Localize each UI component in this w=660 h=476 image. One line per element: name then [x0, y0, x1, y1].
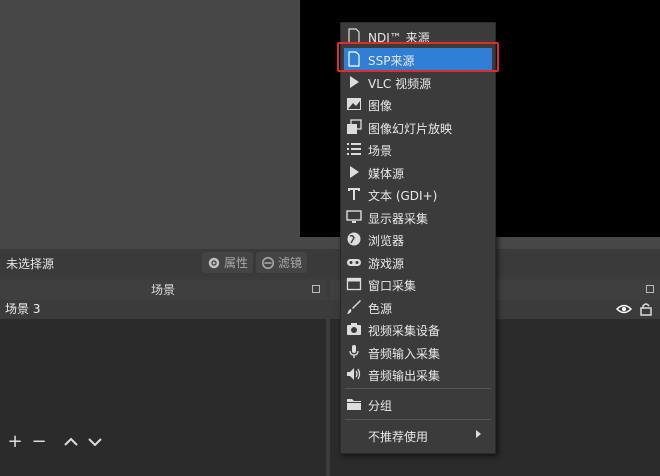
- menu-item-label: 文本 (GDI+): [368, 189, 438, 203]
- camera-icon: [347, 323, 361, 335]
- remove-scene-minus-icon[interactable]: −: [30, 433, 48, 451]
- menu-item-color-source[interactable]: 色源: [341, 296, 495, 318]
- play-icon: [350, 166, 359, 178]
- globe-icon: [347, 232, 361, 246]
- menu-item-audio-output-capture[interactable]: 音频输出采集: [341, 363, 495, 385]
- add-source-context-menu: NDI™ 来源 SSP来源 VLC 视频源 图像 图像幻灯片放映 场景 媒体源 …: [340, 22, 496, 454]
- text-icon: [348, 188, 360, 200]
- menu-item-text-gdi[interactable]: 文本 (GDI+): [341, 183, 495, 205]
- menu-item-label: 分组: [368, 399, 393, 413]
- menu-item-label: 视频采集设备: [368, 324, 441, 338]
- menu-item-display-capture[interactable]: 显示器采集: [341, 206, 495, 228]
- scene-controls: + −: [0, 428, 332, 456]
- menu-item-scene[interactable]: 场景: [341, 138, 495, 160]
- menu-item-label: 图像: [368, 99, 393, 113]
- no-source-label: 未选择源: [6, 257, 55, 271]
- brush-icon: [347, 300, 361, 314]
- submenu-arrow-icon: [476, 430, 481, 438]
- menu-item-label: 媒体源: [368, 167, 405, 181]
- menu-item-browser[interactable]: 浏览器: [341, 228, 495, 250]
- menu-item-media-source[interactable]: 媒体源: [341, 161, 495, 183]
- microphone-icon: [349, 345, 359, 358]
- add-scene-plus-icon[interactable]: +: [6, 433, 24, 451]
- folder-icon: [347, 399, 361, 410]
- menu-separator: [345, 419, 491, 420]
- menu-item-vlc-video-source[interactable]: VLC 视频源: [341, 71, 495, 93]
- menu-item-video-capture-device[interactable]: 视频采集设备: [341, 318, 495, 340]
- undock-icon[interactable]: [312, 285, 320, 293]
- scenes-panel-title: 场景: [150, 283, 175, 297]
- menu-item-label: 显示器采集: [368, 212, 429, 226]
- move-up-icon[interactable]: [62, 433, 80, 451]
- menu-item-label: 不推荐使用: [368, 430, 429, 444]
- play-icon: [350, 76, 359, 88]
- scenes-panel: 场景 场景 3 + −: [0, 280, 326, 476]
- eye-icon[interactable]: [616, 303, 632, 315]
- menu-item-label: 音频输入采集: [368, 347, 441, 361]
- menu-item-image-slideshow[interactable]: 图像幻灯片放映: [341, 116, 495, 138]
- menu-item-audio-input-capture[interactable]: 音频输入采集: [341, 341, 495, 363]
- menu-item-deprecated[interactable]: 不推荐使用: [341, 424, 495, 446]
- source-toolbar: 未选择源 属性 滤镜: [0, 249, 660, 277]
- scenes-panel-header: 场景: [0, 280, 326, 300]
- list-icon: [347, 143, 361, 155]
- menu-item-label: 浏览器: [368, 234, 405, 248]
- filter-icon: [261, 256, 275, 269]
- gamepad-icon: [347, 259, 361, 266]
- menu-item-game-capture[interactable]: 游戏源: [341, 251, 495, 273]
- properties-label: 属性: [224, 256, 249, 270]
- image-icon: [347, 98, 361, 110]
- monitor-icon: [346, 210, 362, 223]
- filters-label: 滤镜: [278, 256, 303, 270]
- window-icon: [346, 277, 362, 291]
- annotation-highlight-box: [337, 42, 499, 72]
- menu-item-label: VLC 视频源: [368, 77, 432, 91]
- menu-item-image[interactable]: 图像: [341, 93, 495, 115]
- menu-separator: [345, 388, 491, 389]
- menu-item-label: 图像幻灯片放映: [368, 122, 453, 136]
- undock-icon[interactable]: [646, 285, 654, 293]
- menu-item-label: 场景: [368, 144, 393, 158]
- menu-item-label: 游戏源: [368, 257, 405, 271]
- properties-button[interactable]: 属性: [202, 252, 254, 273]
- preview-canvas-bottom: [0, 237, 660, 249]
- slideshow-icon: [347, 119, 362, 134]
- move-down-icon[interactable]: [86, 433, 104, 451]
- menu-item-group[interactable]: 分组: [341, 393, 495, 415]
- menu-item-label: 音频输出采集: [368, 369, 441, 383]
- preview-canvas-background: [0, 0, 300, 237]
- scene-list-item[interactable]: 场景 3: [0, 300, 326, 319]
- lock-icon[interactable]: [640, 302, 652, 316]
- menu-item-label: 色源: [368, 302, 393, 316]
- menu-item-label: 窗口采集: [368, 279, 417, 293]
- filters-button[interactable]: 滤镜: [256, 252, 308, 273]
- menu-item-window-capture[interactable]: 窗口采集: [341, 273, 495, 295]
- speaker-icon: [347, 368, 361, 380]
- gear-icon: [208, 257, 220, 268]
